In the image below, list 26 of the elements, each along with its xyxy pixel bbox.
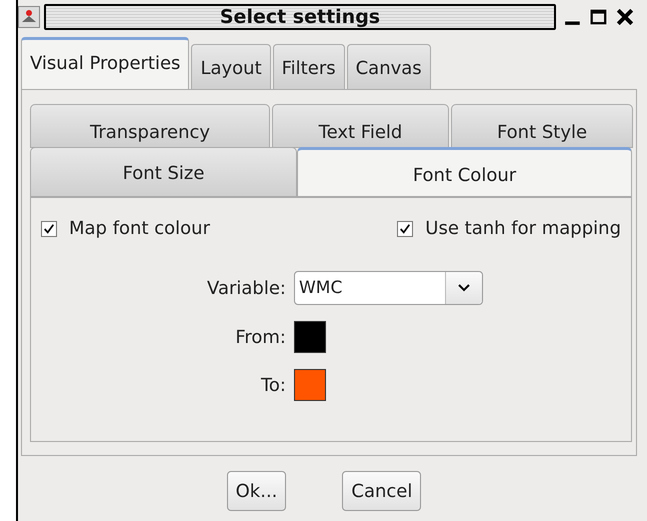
checkbox[interactable] <box>397 220 414 236</box>
variable-dropdown[interactable]: WMC <box>294 271 483 305</box>
tab[interactable]: Font Size <box>30 147 297 197</box>
colour-swatch[interactable] <box>294 369 326 401</box>
window-title: Select settings <box>44 4 556 30</box>
close-icon[interactable] <box>616 8 634 26</box>
checkbox[interactable] <box>41 220 57 236</box>
colour-swatch[interactable] <box>294 321 326 353</box>
tab[interactable]: Visual Properties <box>21 37 190 89</box>
checkbox-label: Map font colour <box>69 218 210 239</box>
tab[interactable]: Font Style <box>451 104 633 148</box>
tab[interactable]: Text Field <box>272 104 449 148</box>
tab[interactable]: Transparency <box>30 104 270 148</box>
dialog-button[interactable]: Cancel <box>342 471 422 511</box>
tab[interactable]: Layout <box>191 44 271 89</box>
dialog-button[interactable]: Ok... <box>226 471 286 511</box>
maximize-icon[interactable] <box>590 8 608 26</box>
checkbox-label: Use tanh for mapping <box>425 218 621 239</box>
variable-label: Variable: <box>207 278 286 298</box>
app-icon[interactable] <box>18 6 40 28</box>
chevron-down-icon <box>458 284 470 292</box>
tab[interactable]: Canvas <box>346 44 431 89</box>
tab[interactable]: Font Colour <box>297 147 632 197</box>
tab[interactable]: Filters <box>272 44 345 89</box>
colour-label: To: <box>260 374 286 396</box>
colour-label: From: <box>235 326 286 348</box>
